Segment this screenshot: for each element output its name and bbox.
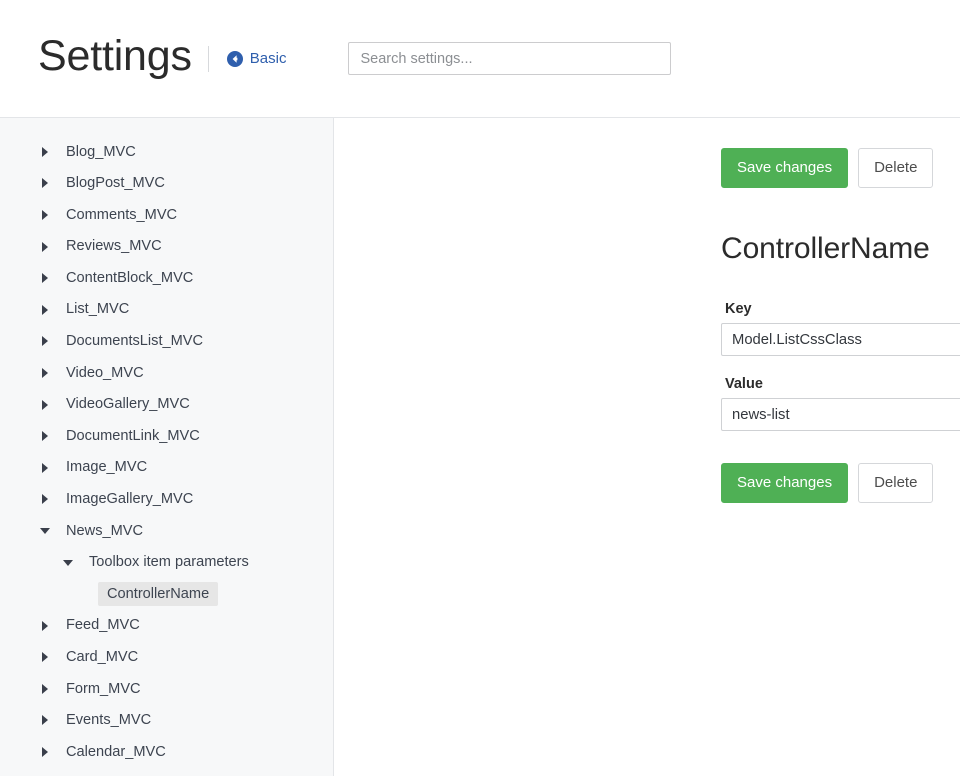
- tree-item-label: Comments_MVC: [61, 204, 182, 227]
- page-title: Settings: [38, 35, 192, 82]
- tree-item-events-mvc[interactable]: Events_MVC: [0, 705, 333, 737]
- tree-item-form-mvc[interactable]: Form_MVC: [0, 673, 333, 705]
- settings-tree: Blog_MVC BlogPost_MVC Comments_MVC Reviews_…: [0, 136, 333, 768]
- value-field-group: Value: [721, 376, 960, 431]
- tree-item-label: ControllerName: [98, 582, 218, 607]
- delete-button-bottom[interactable]: Delete: [858, 463, 933, 503]
- caret-right-icon[interactable]: [38, 494, 52, 504]
- tree-item-blog-mvc[interactable]: Blog_MVC: [0, 136, 333, 168]
- tree-item-label: DocumentsList_MVC: [61, 330, 208, 353]
- tree-item-label: Reviews_MVC: [61, 235, 167, 258]
- tree-item-documentslist-mvc[interactable]: DocumentsList_MVC: [0, 326, 333, 358]
- toolbar-top: Save changes Delete: [721, 148, 960, 188]
- caret-down-icon[interactable]: [38, 528, 52, 534]
- tree-item-label: Calendar_MVC: [61, 741, 171, 764]
- tree-item-label: List_MVC: [61, 298, 134, 321]
- tree-item-imagegallery-mvc[interactable]: ImageGallery_MVC: [0, 484, 333, 516]
- tree-item-label: Blog_MVC: [61, 141, 141, 164]
- section-title: ControllerName: [721, 232, 960, 265]
- caret-right-icon[interactable]: [38, 463, 52, 473]
- caret-right-icon[interactable]: [38, 273, 52, 283]
- page-header: Settings Basic: [0, 0, 960, 118]
- tree-item-label: Image_MVC: [61, 456, 152, 479]
- caret-right-icon[interactable]: [38, 621, 52, 631]
- delete-button-top[interactable]: Delete: [858, 148, 933, 188]
- tree-item-label: ImageGallery_MVC: [61, 488, 198, 511]
- tree-item-card-mvc[interactable]: Card_MVC: [0, 642, 333, 674]
- key-field-label: Key: [725, 301, 960, 317]
- tree-item-label: VideoGallery_MVC: [61, 393, 195, 416]
- tree-item-label: Events_MVC: [61, 709, 156, 732]
- header-divider: [208, 46, 209, 72]
- caret-right-icon[interactable]: [38, 178, 52, 188]
- tree-item-toolbox-item-parameters[interactable]: Toolbox item parameters: [0, 547, 333, 579]
- caret-down-icon[interactable]: [61, 560, 75, 566]
- tree-item-label: News_MVC: [61, 520, 148, 543]
- tree-item-contentblock-mvc[interactable]: ContentBlock_MVC: [0, 262, 333, 294]
- caret-right-icon[interactable]: [38, 147, 52, 157]
- tree-item-label: Feed_MVC: [61, 614, 145, 637]
- tree-item-comments-mvc[interactable]: Comments_MVC: [0, 199, 333, 231]
- tree-item-videogallery-mvc[interactable]: VideoGallery_MVC: [0, 389, 333, 421]
- tree-item-label: ContentBlock_MVC: [61, 267, 198, 290]
- tree-item-image-mvc[interactable]: Image_MVC: [0, 452, 333, 484]
- key-input[interactable]: [721, 323, 960, 356]
- tree-item-controllername[interactable]: ControllerName: [0, 578, 333, 610]
- tree-item-label: Toolbox item parameters: [84, 551, 254, 574]
- tree-item-calendar-mvc[interactable]: Calendar_MVC: [0, 736, 333, 768]
- tree-item-label: Form_MVC: [61, 678, 146, 701]
- caret-right-icon[interactable]: [38, 431, 52, 441]
- caret-right-icon[interactable]: [38, 242, 52, 252]
- caret-right-icon[interactable]: [38, 400, 52, 410]
- caret-right-icon[interactable]: [38, 747, 52, 757]
- breadcrumb-back-label: Basic: [250, 50, 287, 67]
- tree-item-list-mvc[interactable]: List_MVC: [0, 294, 333, 326]
- back-circle-arrow-icon: [227, 51, 243, 67]
- tree-item-news-mvc[interactable]: News_MVC: [0, 515, 333, 547]
- tree-item-label: Video_MVC: [61, 362, 149, 385]
- header-inner: Settings Basic: [0, 0, 960, 117]
- save-changes-button-bottom[interactable]: Save changes: [721, 463, 848, 503]
- caret-right-icon[interactable]: [38, 210, 52, 220]
- search-input[interactable]: [348, 42, 671, 75]
- tree-item-label: BlogPost_MVC: [61, 172, 170, 195]
- caret-right-icon[interactable]: [38, 715, 52, 725]
- tree-item-blogpost-mvc[interactable]: BlogPost_MVC: [0, 168, 333, 200]
- main-content: Save changes Delete ControllerName Key V…: [334, 118, 960, 776]
- settings-tree-sidebar[interactable]: Blog_MVC BlogPost_MVC Comments_MVC Reviews_…: [0, 118, 334, 776]
- breadcrumb-back-link[interactable]: Basic: [227, 50, 287, 67]
- caret-right-icon[interactable]: [38, 368, 52, 378]
- key-field-group: Key: [721, 301, 960, 356]
- tree-item-label: DocumentLink_MVC: [61, 425, 205, 448]
- search-container: [348, 42, 671, 75]
- tree-item-documentlink-mvc[interactable]: DocumentLink_MVC: [0, 420, 333, 452]
- toolbar-bottom: Save changes Delete: [721, 463, 960, 503]
- value-field-label: Value: [725, 376, 960, 392]
- caret-right-icon[interactable]: [38, 652, 52, 662]
- tree-item-label: Card_MVC: [61, 646, 143, 669]
- caret-right-icon[interactable]: [38, 684, 52, 694]
- caret-right-icon[interactable]: [38, 305, 52, 315]
- save-changes-button-top[interactable]: Save changes: [721, 148, 848, 188]
- tree-item-feed-mvc[interactable]: Feed_MVC: [0, 610, 333, 642]
- body-split: Blog_MVC BlogPost_MVC Comments_MVC Reviews_…: [0, 118, 960, 776]
- caret-right-icon[interactable]: [38, 336, 52, 346]
- tree-item-video-mvc[interactable]: Video_MVC: [0, 357, 333, 389]
- value-input[interactable]: [721, 398, 960, 431]
- tree-item-reviews-mvc[interactable]: Reviews_MVC: [0, 231, 333, 263]
